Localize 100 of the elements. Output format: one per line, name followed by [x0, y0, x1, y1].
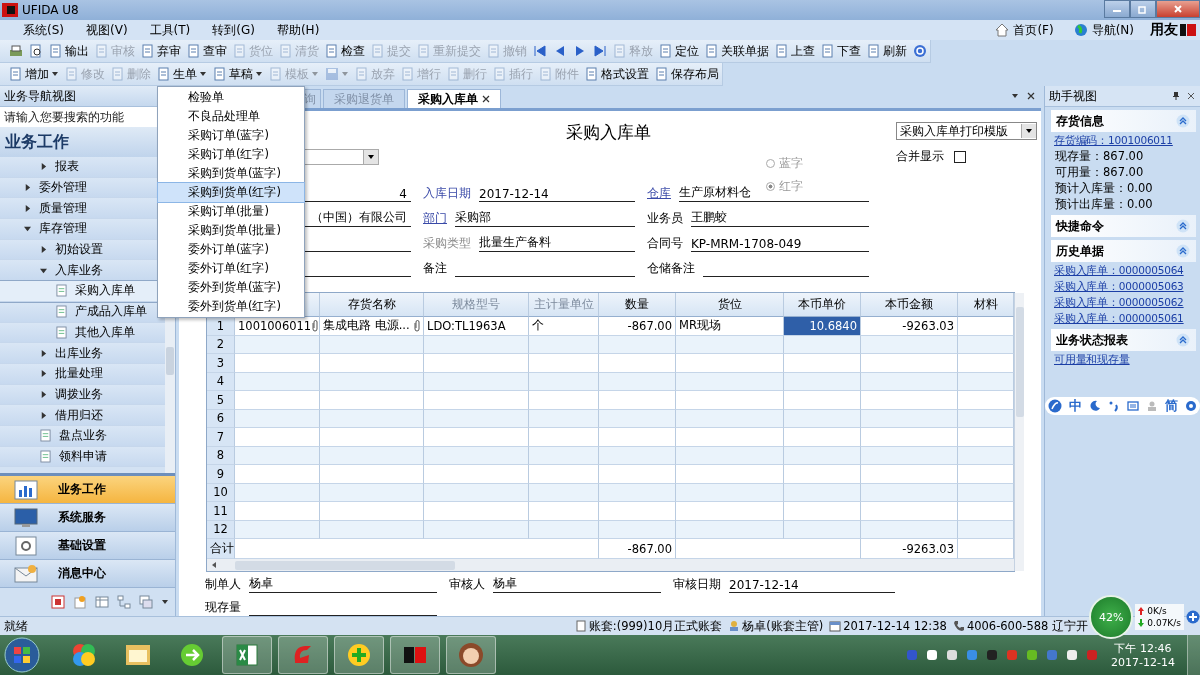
pin-icon[interactable]: [1171, 91, 1181, 101]
toolbar-button[interactable]: 刷新: [864, 41, 910, 61]
template-dropdown[interactable]: 采购入库单打印模版: [896, 122, 1037, 140]
tree-item[interactable]: 其他入库单: [0, 322, 165, 344]
tree-item[interactable]: 领料申请: [0, 446, 165, 468]
link[interactable]: 采购入库单：0000005064: [1051, 262, 1200, 278]
collapse-icon[interactable]: [1176, 114, 1190, 128]
toolbar-button[interactable]: 定位: [656, 41, 702, 61]
toolbar-button[interactable]: 增加: [6, 64, 62, 84]
paperclip-icon[interactable]: [413, 319, 420, 332]
input-field[interactable]: 杨卓: [249, 576, 437, 593]
grid-icon[interactable]: [51, 595, 65, 609]
toolbar-button[interactable]: 输出: [46, 41, 92, 61]
link[interactable]: 存货编码：1001006011: [1051, 132, 1200, 148]
link[interactable]: 可用量和现存量: [1051, 351, 1200, 367]
document-icon: [213, 67, 227, 81]
minimize-button[interactable]: [1104, 0, 1130, 18]
nav-link[interactable]: 导航(N): [1063, 21, 1144, 39]
horizontal-scrollbar[interactable]: [207, 559, 1014, 571]
toolbar-button[interactable]: 上查: [772, 41, 818, 61]
menu-item[interactable]: 采购到货单(红字): [158, 183, 304, 202]
input-field[interactable]: KP-MRM-1708-049: [691, 235, 869, 252]
start-button[interactable]: [4, 637, 40, 673]
restore-button[interactable]: [1130, 0, 1156, 18]
input-mode-button[interactable]: 中: [1069, 397, 1083, 415]
close-button[interactable]: [1156, 0, 1200, 18]
input-field[interactable]: 批量生产备料: [479, 235, 635, 252]
brush-icon[interactable]: [1048, 399, 1063, 413]
table-cell[interactable]: [784, 335, 861, 354]
table-cell[interactable]: [784, 483, 861, 502]
spreadsheet-button[interactable]: [222, 636, 272, 674]
input-field[interactable]: 2017-12-14: [479, 185, 635, 202]
row-number: 3: [207, 354, 235, 373]
toolbar-button[interactable]: 关联单据: [702, 41, 772, 61]
table-cell[interactable]: [784, 409, 861, 428]
table-cell[interactable]: 10.6840: [784, 317, 861, 336]
arrow-icon[interactable]: [210, 561, 218, 569]
show-desktop-button[interactable]: [1187, 635, 1200, 675]
tree-item[interactable]: 盘点业务: [0, 425, 165, 447]
menu-item[interactable]: 帮助(H): [265, 21, 331, 39]
windows-icon[interactable]: [139, 595, 153, 609]
tree-item[interactable]: 调拨业务: [0, 384, 165, 406]
link[interactable]: 采购入库单：0000005061: [1051, 310, 1200, 326]
table-cell[interactable]: [784, 465, 861, 484]
collapse-icon[interactable]: [1176, 244, 1190, 258]
input-mode-button[interactable]: 简: [1164, 397, 1178, 415]
toolbar-button[interactable]: 草稿: [210, 64, 266, 84]
input-field[interactable]: 采购部: [455, 210, 635, 227]
tree-item[interactable]: 出库业务: [0, 343, 165, 364]
input-field[interactable]: 2017-12-14: [729, 576, 895, 593]
toolbar-button[interactable]: 检查: [322, 41, 368, 61]
close-icon[interactable]: [1186, 91, 1196, 101]
menu-item[interactable]: 视图(V): [75, 21, 139, 39]
toolbar-button[interactable]: 生单: [154, 64, 210, 84]
section-button[interactable]: 基础设置: [0, 532, 175, 560]
toolbar-button[interactable]: 弃审: [138, 41, 184, 61]
toolbar-button[interactable]: 格式设置: [582, 64, 652, 84]
close-icon[interactable]: [1027, 92, 1035, 100]
status-item: 杨卓(账套主管): [742, 618, 824, 634]
collapse-icon[interactable]: [1176, 219, 1190, 233]
table-cell[interactable]: [784, 372, 861, 391]
table-cell[interactable]: [784, 391, 861, 410]
table-icon[interactable]: [95, 595, 109, 609]
menu-item[interactable]: 工具(T): [138, 21, 202, 39]
tree-item[interactable]: 批量处理: [0, 363, 165, 385]
collapse-icon[interactable]: [1176, 333, 1190, 347]
table-cell[interactable]: [784, 428, 861, 447]
keyboard-icon[interactable]: [1126, 400, 1139, 412]
menu-item[interactable]: 系统(S): [12, 21, 75, 39]
settings-icon[interactable]: [1184, 400, 1197, 412]
caret-icon[interactable]: [161, 598, 169, 606]
toolbar-button[interactable]: 下查: [818, 41, 864, 61]
hierarchy-icon[interactable]: [117, 595, 131, 609]
app-button[interactable]: [446, 636, 496, 674]
tree-item[interactable]: 借用归还: [0, 405, 165, 426]
punctuation-icon[interactable]: [1108, 400, 1121, 412]
paperclip-icon[interactable]: [311, 319, 319, 332]
input-field[interactable]: 王鹏蛟: [691, 210, 869, 227]
clock[interactable]: 下午 12:46 2017-12-14: [1105, 641, 1181, 669]
link[interactable]: 采购入库单：0000005063: [1051, 278, 1200, 294]
section-button[interactable]: 系统服务: [0, 504, 175, 532]
tab[interactable]: 采购入库单: [407, 89, 501, 108]
section-button[interactable]: 业务工作: [0, 476, 175, 504]
vertical-scrollbar[interactable]: [1014, 293, 1024, 571]
link[interactable]: 采购入库单：0000005062: [1051, 294, 1200, 310]
merge-checkbox[interactable]: 合并显示: [896, 148, 1037, 165]
app-button[interactable]: [390, 636, 440, 674]
close-icon[interactable]: [482, 95, 490, 103]
menu-item[interactable]: 转到(G): [201, 21, 266, 39]
moon-icon[interactable]: [1089, 400, 1102, 412]
section-button[interactable]: 消息中心: [0, 560, 175, 588]
toolbar-button[interactable]: 保存布局: [652, 64, 722, 84]
nav-link[interactable]: 首页(F): [985, 21, 1064, 39]
table-cell[interactable]: [784, 354, 861, 373]
toolbar-button[interactable]: 查审: [184, 41, 230, 61]
table-cell[interactable]: [784, 446, 861, 465]
caret-icon[interactable]: [1011, 92, 1019, 100]
input-field[interactable]: 杨卓: [493, 576, 661, 593]
table-cell[interactable]: [784, 502, 861, 521]
table-cell[interactable]: [784, 520, 861, 539]
